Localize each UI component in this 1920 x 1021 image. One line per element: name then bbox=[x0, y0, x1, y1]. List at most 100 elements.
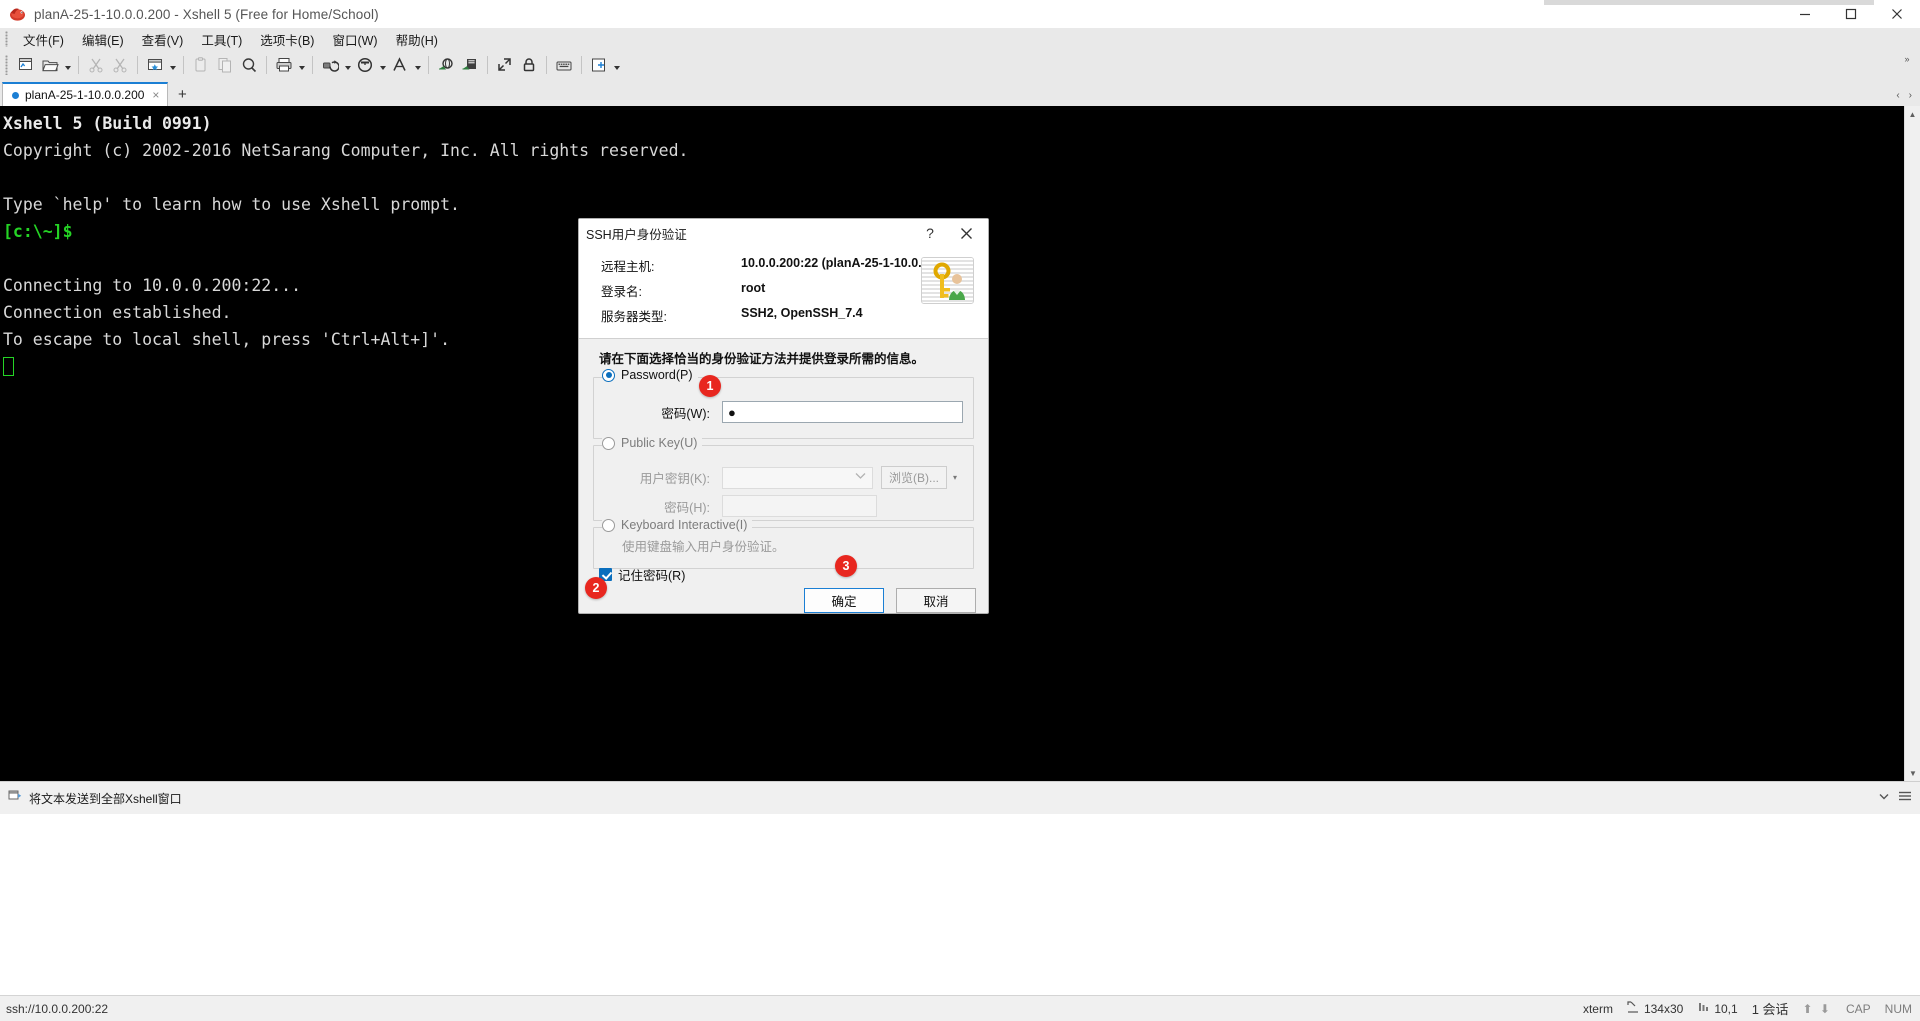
window-controls bbox=[1782, 0, 1920, 28]
userkey-select[interactable] bbox=[722, 466, 873, 489]
font-dropdown-icon[interactable] bbox=[412, 53, 423, 77]
step-badge-1: 1 bbox=[699, 375, 721, 397]
terminal-line-6: Connecting to 10.0.0.200:22... bbox=[3, 276, 302, 295]
status-num: NUM bbox=[1884, 1001, 1912, 1016]
tab-close-icon[interactable]: × bbox=[150, 88, 161, 102]
tab-plana[interactable]: planA-25-1-10.0.0.200 × bbox=[2, 82, 169, 106]
terminal-prompt: [c:\~]$ bbox=[3, 222, 73, 241]
remember-password-label: 记住密码(R) bbox=[618, 569, 686, 583]
remember-password-row[interactable]: 记住密码(R) bbox=[599, 565, 685, 584]
sftp-icon[interactable] bbox=[458, 53, 482, 77]
window-title: planA-25-1-10.0.0.200 - Xshell 5 (Free f… bbox=[34, 6, 379, 22]
password-field-label: 密码(W): bbox=[661, 406, 710, 421]
dialog-help-button[interactable]: ? bbox=[916, 219, 944, 247]
publickey-legend-label: Public Key(U) bbox=[621, 436, 698, 450]
scroll-down-icon[interactable]: ▼ bbox=[1905, 765, 1920, 781]
keyboard-note: 使用键盘输入用户身份验证。 bbox=[622, 540, 785, 554]
log-icon[interactable] bbox=[353, 53, 377, 77]
reconnect-icon[interactable] bbox=[318, 53, 342, 77]
log-dropdown-icon[interactable] bbox=[377, 53, 388, 77]
ok-button[interactable]: 确定 bbox=[804, 588, 884, 613]
session-manager-dropdown-icon[interactable] bbox=[167, 53, 178, 77]
keyboard-icon[interactable] bbox=[552, 53, 576, 77]
reconnect-dropdown-icon[interactable] bbox=[342, 53, 353, 77]
session-manager-icon[interactable] bbox=[143, 53, 167, 77]
step-badge-3: 3 bbox=[835, 555, 857, 577]
font-icon[interactable] bbox=[388, 53, 412, 77]
print-icon[interactable] bbox=[272, 53, 296, 77]
cancel-button[interactable]: 取消 bbox=[896, 588, 976, 613]
cursor-icon bbox=[1697, 1001, 1709, 1016]
open-folder-icon[interactable] bbox=[38, 53, 62, 77]
copy-icon bbox=[213, 53, 237, 77]
menu-edit[interactable]: 编辑(E) bbox=[73, 28, 133, 51]
browse-dropdown-icon[interactable]: ▾ bbox=[947, 466, 963, 489]
password-radio-row[interactable]: Password(P) bbox=[602, 368, 698, 382]
menu-icon[interactable] bbox=[1898, 789, 1912, 807]
new-session-icon[interactable] bbox=[14, 53, 38, 77]
keyboard-radio-row[interactable]: Keyboard Interactive(I) bbox=[602, 518, 753, 532]
tab-scroll-right-icon[interactable]: › bbox=[1909, 90, 1912, 101]
compose-dropdown-icon[interactable] bbox=[611, 53, 622, 77]
menu-bar: 文件(F) 编辑(E) 查看(V) 工具(T) 选项卡(B) 窗口(W) 帮助(… bbox=[0, 28, 1920, 50]
menu-tools[interactable]: 工具(T) bbox=[192, 28, 251, 51]
browse-control[interactable]: 浏览(B)... ▾ bbox=[881, 466, 963, 489]
tab-scroll-left-icon[interactable]: ‹ bbox=[1896, 90, 1899, 101]
menu-tab[interactable]: 选项卡(B) bbox=[251, 28, 323, 51]
toolbar-collapse-icon[interactable]: » bbox=[1900, 54, 1914, 64]
status-cap: CAP bbox=[1845, 1001, 1871, 1016]
ssh-auth-dialog: SSH用户身份验证 ? 远程主机: 10.0.0.200:22 (planA-2… bbox=[578, 218, 989, 614]
new-tab-button[interactable]: + bbox=[171, 83, 193, 105]
menu-window[interactable]: 窗口(W) bbox=[323, 28, 386, 51]
find-icon[interactable] bbox=[237, 53, 261, 77]
info-row-username: 登录名: root bbox=[601, 278, 939, 303]
ssh-key-icon bbox=[921, 257, 974, 304]
menu-grip[interactable] bbox=[5, 31, 8, 47]
lock-icon[interactable] bbox=[517, 53, 541, 77]
userkey-field-row: 用户密钥(K): 浏览(B)... ▾ bbox=[594, 466, 973, 489]
toolbar-grip[interactable] bbox=[5, 55, 8, 75]
status-connection: ssh://10.0.0.200:22 bbox=[6, 1001, 109, 1016]
keyboard-legend-label: Keyboard Interactive(I) bbox=[621, 518, 748, 532]
toolbar-separator bbox=[487, 56, 488, 74]
dialog-close-button[interactable] bbox=[948, 219, 984, 247]
send-bar-controls bbox=[1878, 789, 1912, 807]
password-input[interactable]: ● bbox=[722, 401, 963, 423]
password-radio[interactable] bbox=[602, 368, 615, 382]
publickey-radio-row[interactable]: Public Key(U) bbox=[602, 436, 703, 450]
fullscreen-icon[interactable] bbox=[493, 53, 517, 77]
publickey-radio[interactable] bbox=[602, 436, 615, 450]
transfer-icon[interactable] bbox=[434, 53, 458, 77]
title-bar: planA-25-1-10.0.0.200 - Xshell 5 (Free f… bbox=[0, 0, 1920, 28]
terminal-line-0: Xshell 5 (Build 0991) bbox=[3, 114, 212, 133]
terminal-scrollbar[interactable]: ▲ ▼ bbox=[1904, 106, 1920, 781]
close-button[interactable] bbox=[1874, 0, 1920, 28]
toolbar-separator bbox=[428, 56, 429, 74]
keypassword-label: 密码(H): bbox=[664, 500, 710, 515]
minimize-button[interactable] bbox=[1782, 0, 1828, 28]
copy-dim-icon bbox=[108, 53, 132, 77]
toolbar-separator bbox=[312, 56, 313, 74]
keyboard-interactive-radio[interactable] bbox=[602, 518, 615, 532]
terminal-line-1: Copyright (c) 2002-2016 NetSarang Comput… bbox=[3, 141, 689, 160]
menu-help[interactable]: 帮助(H) bbox=[387, 28, 447, 51]
password-group: Password(P) 密码(W): ● bbox=[593, 368, 974, 439]
toolbar-separator bbox=[137, 56, 138, 74]
terminal-line-3: Type `help' to learn how to use Xshell p… bbox=[3, 195, 460, 214]
menu-view[interactable]: 查看(V) bbox=[133, 28, 193, 51]
status-right-group: xterm 134x30 10,1 1 会话 ⬆ ⬇ CAP NUM bbox=[1583, 999, 1912, 1018]
keypassword-input[interactable] bbox=[722, 495, 877, 517]
status-cursor-group: 10,1 bbox=[1697, 1001, 1738, 1016]
password-legend-label: Password(P) bbox=[621, 368, 693, 382]
toolbar-separator bbox=[546, 56, 547, 74]
scroll-up-icon[interactable]: ▲ bbox=[1905, 106, 1920, 122]
chevron-down-icon[interactable] bbox=[1878, 789, 1890, 807]
browse-button[interactable]: 浏览(B)... bbox=[881, 466, 947, 489]
password-value: ● bbox=[728, 404, 737, 420]
open-folder-dropdown-icon[interactable] bbox=[62, 53, 73, 77]
menu-file[interactable]: 文件(F) bbox=[14, 28, 73, 51]
print-dropdown-icon[interactable] bbox=[296, 53, 307, 77]
maximize-button[interactable] bbox=[1828, 0, 1874, 28]
tab-bar: planA-25-1-10.0.0.200 × + ‹ › bbox=[0, 80, 1920, 106]
compose-icon[interactable] bbox=[587, 53, 611, 77]
